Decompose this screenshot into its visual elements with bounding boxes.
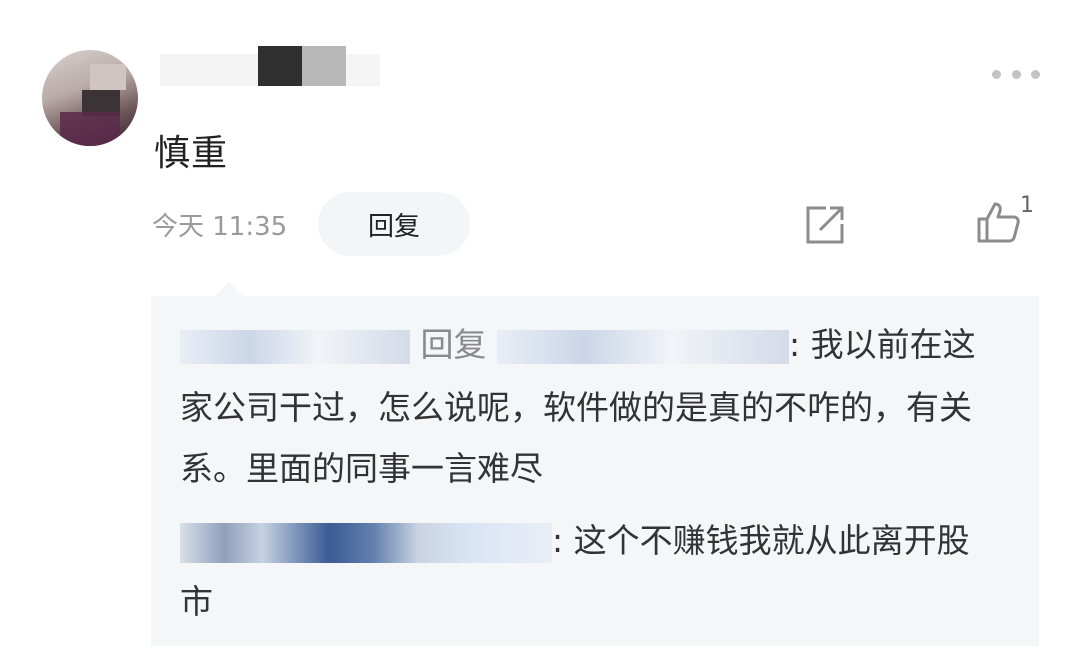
colon: : xyxy=(789,325,801,364)
reply-item-1-line-2: 家公司干过，怎么说呢，软件做的是真的不咋的，有关 xyxy=(180,388,972,427)
redaction-block xyxy=(258,46,302,86)
replier-name-redacted xyxy=(180,329,410,364)
reply-box-pointer xyxy=(215,282,243,296)
redaction-block xyxy=(346,54,380,86)
reply-item-1-line-1[interactable]: 回复 : 我以前在这 xyxy=(180,315,976,375)
avatar-pixel xyxy=(60,112,120,146)
avatar-pixel xyxy=(90,64,126,90)
dot xyxy=(1011,69,1021,79)
redaction-block xyxy=(160,54,258,86)
redaction-block xyxy=(302,46,346,86)
target-name-redacted xyxy=(497,329,789,364)
dot xyxy=(1031,69,1040,79)
share-icon[interactable] xyxy=(804,204,846,246)
comment-text: 慎重 xyxy=(154,133,229,174)
reply-button[interactable]: 回复 xyxy=(318,192,470,256)
reply-item-2-line-2: 市 xyxy=(180,582,213,621)
reply-item-2-line-1[interactable]: : 这个不赚钱我就从此离开股 xyxy=(180,511,970,571)
colon: : xyxy=(552,521,564,560)
avatar[interactable] xyxy=(42,50,138,146)
reply-item-1-line-3: 系。里面的同事一言难尽 xyxy=(180,449,543,488)
dot xyxy=(992,69,1001,79)
username-redacted[interactable] xyxy=(160,46,390,86)
reply-text: 我以前在这 xyxy=(810,325,976,364)
replier-name-redacted xyxy=(180,522,552,563)
more-icon[interactable] xyxy=(992,66,1040,82)
comment-timestamp: 今天 11:35 xyxy=(152,212,288,242)
reply-word: 回复 xyxy=(420,325,487,364)
like-count: 1 xyxy=(1020,193,1034,218)
comment-screen: 慎重 今天 11:35 回复 1 回复 : 我以前在这 家公司干过，怎么说呢，软… xyxy=(0,0,1080,667)
reply-text: 这个不赚钱我就从此离开股 xyxy=(573,521,970,560)
thumbs-up-icon[interactable] xyxy=(976,200,1022,244)
